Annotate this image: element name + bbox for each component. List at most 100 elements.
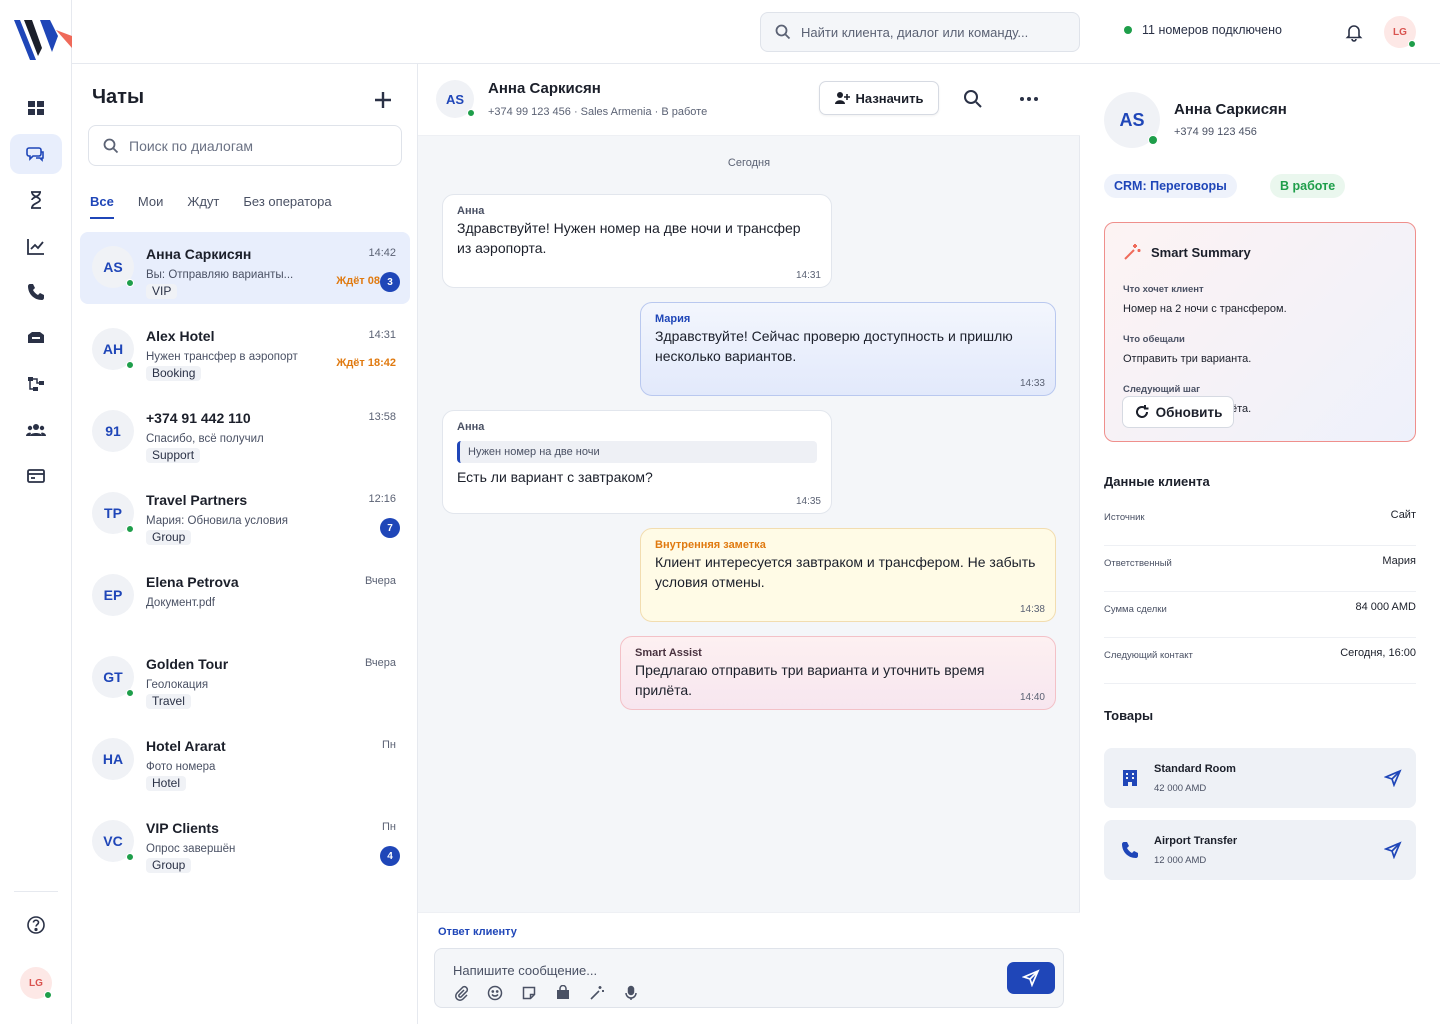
refresh-label: Обновить: [1155, 404, 1223, 420]
chat-list-item[interactable]: TP Travel Partners 12:16 Мария: Обновила ус…: [80, 478, 410, 550]
client-field-owner: Ответственный Мария: [1104, 546, 1416, 592]
day-separator: Сегодня: [727, 157, 771, 169]
rail-calls[interactable]: [10, 272, 62, 312]
search-icon[interactable]: [962, 88, 984, 110]
message-time: 14:35: [795, 496, 821, 507]
rail-billing[interactable]: [10, 456, 62, 496]
magic-wand-icon: [1124, 244, 1141, 260]
team-icon: [26, 424, 46, 436]
rail-analytics[interactable]: [10, 226, 62, 266]
chat-list-item[interactable]: AH Alex Hotel 14:31 Нужен трансфер в аэропо…: [80, 314, 410, 386]
summary-title: Smart Summary: [1151, 245, 1251, 260]
rail-waiting[interactable]: [10, 180, 62, 220]
chat-search[interactable]: [88, 125, 402, 166]
message-time: 14:38: [1019, 604, 1045, 615]
chat-tag: Hotel: [146, 776, 187, 791]
product-card[interactable]: Standard Room 42 000 AMD: [1104, 748, 1416, 808]
chat-list-item[interactable]: AS Анна Саркисян 14:42 Вы: Отправляю вариан…: [80, 232, 410, 304]
field-value: Сайт: [1390, 509, 1416, 521]
assign-label: Назначить: [855, 90, 924, 106]
send-button[interactable]: [1007, 962, 1055, 994]
chat-name: Анна Саркисян: [146, 246, 252, 262]
rail-team[interactable]: [10, 410, 62, 450]
chat-tag: Support: [146, 448, 201, 463]
chat-tag: VIP: [146, 284, 178, 299]
refresh-summary-button[interactable]: Обновить: [1122, 396, 1234, 428]
crm-stage-badge[interactable]: CRM: Переговоры: [1104, 174, 1237, 198]
send-icon: [1022, 969, 1040, 987]
emoji-icon[interactable]: [487, 985, 503, 1001]
filter-mine[interactable]: Мои: [138, 194, 163, 219]
client-field-deal: Сумма сделки 84 000 AMD: [1104, 592, 1416, 638]
client-field-next-contact: Следующий контакт Сегодня, 16:00: [1104, 638, 1416, 684]
microphone-icon[interactable]: [623, 985, 639, 1001]
chat-name: Travel Partners: [146, 492, 248, 508]
quoted-message[interactable]: Нужен номер на две ночи: [457, 441, 817, 463]
message-input[interactable]: [453, 963, 973, 978]
product-card[interactable]: Airport Transfer 12 000 AMD: [1104, 820, 1416, 880]
brand-logo[interactable]: [12, 12, 72, 64]
template-icon[interactable]: [521, 985, 537, 1001]
chat-name: Elena Petrova: [146, 574, 239, 590]
chat-list-item[interactable]: HA Hotel Ararat Пн Фото номера Hotel: [80, 724, 410, 796]
rail-dashboard[interactable]: [10, 88, 62, 128]
chat-list-item[interactable]: GT Golden Tour Вчера Геолокация Travel: [80, 642, 410, 714]
user-avatar[interactable]: LG: [20, 967, 52, 999]
filter-all[interactable]: Все: [90, 194, 114, 219]
attach-icon[interactable]: [453, 985, 469, 1001]
top-user-initials: LG: [1393, 26, 1407, 38]
chat-search-input[interactable]: [129, 137, 389, 154]
product-price: 12 000 AMD: [1154, 855, 1207, 866]
filter-waiting[interactable]: Ждут: [187, 194, 219, 219]
chat-time: 14:31: [368, 329, 396, 341]
top-user-avatar[interactable]: LG: [1384, 16, 1416, 48]
chat-initials: TP: [104, 505, 122, 521]
dashboard-icon: [28, 101, 44, 115]
bell-icon[interactable]: [1344, 22, 1364, 42]
analytics-icon: [27, 239, 44, 255]
rail-inbox[interactable]: [10, 318, 62, 358]
chat-preview: Документ.pdf: [146, 597, 215, 609]
rail-flows[interactable]: [10, 364, 62, 404]
magic-wand-icon[interactable]: [589, 985, 605, 1001]
hotel-icon: [1123, 770, 1137, 786]
global-search-input[interactable]: [801, 24, 1061, 40]
conversation-header: AS Анна Саркисян +374 99 123 456 · Sales…: [418, 64, 1080, 136]
client-data-title: Данные клиента: [1104, 474, 1210, 489]
chat-list-item[interactable]: 91 +374 91 442 110 13:58 Спасибо, всё получ…: [80, 396, 410, 468]
chat-initials: VC: [103, 833, 123, 849]
products-icon[interactable]: [555, 985, 571, 1001]
chat-avatar: 91: [92, 410, 134, 452]
rail-chats[interactable]: [10, 134, 62, 174]
send-icon[interactable]: [1384, 769, 1402, 787]
chat-time: 13:58: [368, 411, 396, 423]
flow-icon: [28, 377, 44, 391]
chat-avatar: HA: [92, 738, 134, 780]
global-search[interactable]: [760, 12, 1080, 52]
chats-panel: Чаты Все Мои Ждут Без оператора AS Анна С…: [72, 64, 418, 1024]
message-incoming-reply: Анна Нужен номер на две ночи Есть ли вар…: [442, 410, 832, 514]
more-icon[interactable]: [1018, 88, 1040, 110]
user-initials: LG: [29, 977, 43, 989]
chat-list-item[interactable]: VC VIP Clients Пн Опрос завершён Group 4: [80, 806, 410, 878]
next-step-label: Следующий шаг: [1123, 384, 1201, 395]
unread-badge: 4: [380, 846, 400, 866]
online-dot: [126, 689, 134, 697]
chat-list-item[interactable]: EP Elena Petrova Вчера Документ.pdf: [80, 560, 410, 632]
status-badge[interactable]: В работе: [1270, 174, 1346, 198]
filter-unassigned[interactable]: Без оператора: [243, 194, 331, 219]
add-chat-icon[interactable]: [372, 89, 394, 111]
chat-initials: AS: [103, 259, 123, 275]
online-dot: [467, 109, 475, 117]
send-icon[interactable]: [1384, 841, 1402, 859]
contact-name: Анна Саркисян: [488, 80, 601, 97]
field-label: Следующий контакт: [1104, 650, 1193, 661]
message-composer: [434, 948, 1064, 1008]
rail-help[interactable]: [10, 905, 62, 945]
chat-time: Пн: [382, 739, 396, 751]
search-icon: [103, 138, 119, 153]
assign-button[interactable]: Назначить: [819, 81, 939, 115]
note-label: Внутренняя заметка: [655, 539, 766, 551]
field-label: Ответственный: [1104, 558, 1172, 569]
client-avatar: AS: [1104, 92, 1160, 148]
